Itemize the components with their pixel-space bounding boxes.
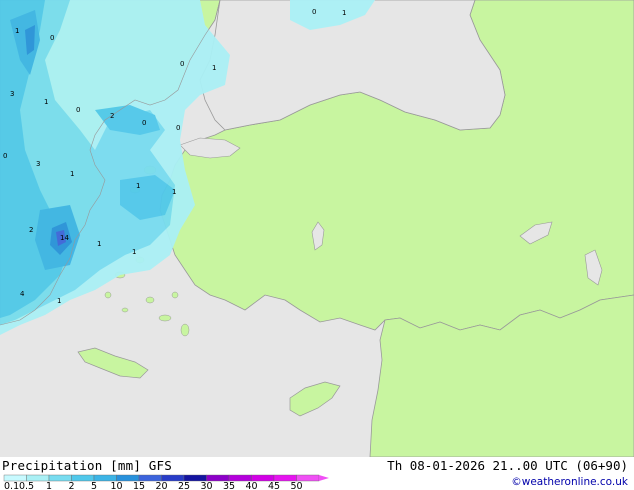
legend-tick-label: 1 xyxy=(46,481,52,490)
legend-tick-label: 0.1 xyxy=(4,481,19,490)
contour-label: 1 xyxy=(57,297,61,305)
legend-tick-label: 0.5 xyxy=(19,481,34,490)
legend-tick-label: 45 xyxy=(268,481,280,490)
contour-label: 1 xyxy=(136,182,140,190)
contour-label: 1 xyxy=(44,98,48,106)
contour-label: 3 xyxy=(10,90,14,98)
contour-label: 1 xyxy=(15,27,19,35)
legend-tick-label: 30 xyxy=(200,481,212,490)
contour-label: 0 xyxy=(312,8,316,16)
contour-label: 1 xyxy=(132,248,136,256)
credit-link[interactable]: ©weatheronline.co.uk xyxy=(511,476,628,488)
precipitation-map: 0 1 0 1 3 1 0 2 0 0 0 3 1 1 1 2 14 1 1 4… xyxy=(0,0,634,457)
map-footer: Precipitation [mm] GFS Th 08-01-2026 21.… xyxy=(0,457,634,490)
legend-tick-label: 35 xyxy=(223,481,235,490)
contour-label: 0 xyxy=(76,106,80,114)
legend-tick-label: 15 xyxy=(133,481,145,490)
legend-tick-label: 25 xyxy=(178,481,190,490)
contour-label: 4 xyxy=(20,290,25,298)
legend-tick-label: 20 xyxy=(155,481,167,490)
legend-tick-label: 50 xyxy=(290,481,302,490)
contour-label: 1 xyxy=(70,170,74,178)
contour-label: 1 xyxy=(97,240,101,248)
contour-label: 0 xyxy=(142,119,146,127)
contour-label: 0 xyxy=(180,60,184,68)
contour-label: 1 xyxy=(172,188,176,196)
contour-label: 0 xyxy=(3,152,7,160)
contour-label: 0 xyxy=(176,124,180,132)
map-title: Precipitation [mm] GFS xyxy=(2,458,172,473)
precipitation-legend: 0.1 0.5 1 2 5 10 15 20 25 30 35 40 45 50 xyxy=(3,474,329,490)
legend-arrow xyxy=(319,475,329,481)
legend-tick-label: 40 xyxy=(245,481,257,490)
contour-label: 1 xyxy=(212,64,216,72)
contour-label: 0 xyxy=(50,34,54,42)
legend-tick-label: 2 xyxy=(68,481,74,490)
contour-label: 2 xyxy=(110,112,114,120)
legend-tick-label: 10 xyxy=(110,481,122,490)
contour-label: 3 xyxy=(36,160,40,168)
contour-label: 14 xyxy=(60,234,69,242)
contour-label: 2 xyxy=(29,226,33,234)
forecast-datetime: Th 08-01-2026 21..00 UTC (06+90) xyxy=(387,458,628,473)
contour-label: 1 xyxy=(342,9,346,17)
legend-tick-label: 5 xyxy=(91,481,97,490)
